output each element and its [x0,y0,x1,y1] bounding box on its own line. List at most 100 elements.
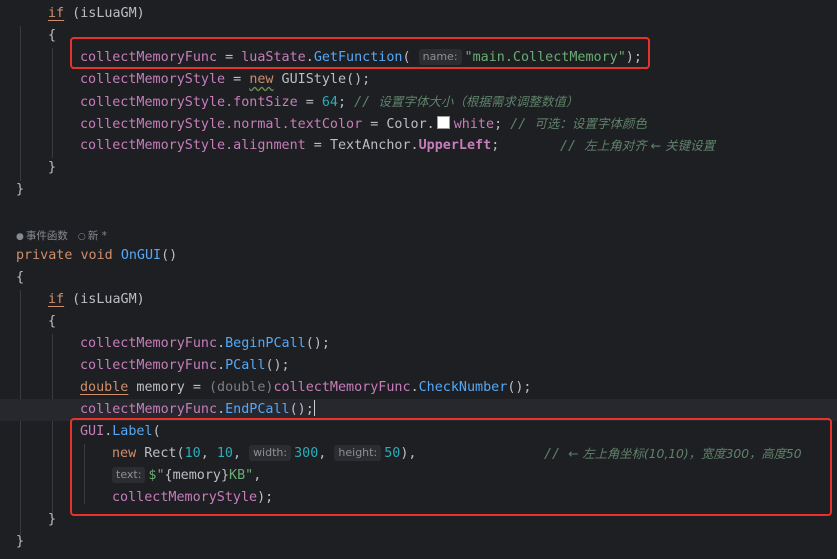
paren-close: ); [625,50,642,65]
param-hint-height: height: [334,445,382,461]
user-icon: ○ [77,232,86,242]
cast-double: (double) [209,380,274,395]
comment-textcolor: 可选：设置字体颜色 [534,116,647,131]
comment-alignment: 左上角对齐 ← 关键设置 [584,138,716,153]
number-height: 50 [384,446,401,461]
code-line-check-number[interactable]: double memory = (double)collectMemoryFun… [80,377,532,399]
var-memory: memory [128,380,193,395]
param-hint-text: text: [112,467,146,483]
paren-close: ); [257,490,274,505]
method-ongui: OnGUI [120,248,162,263]
codelens-new[interactable]: 新 * [88,230,107,242]
code-line-close-brace[interactable]: } [16,179,24,201]
brace: } [48,160,57,175]
var-collect-memory-style: collectMemoryStyle [80,117,226,132]
string-interp-memory: {memory} [164,468,230,483]
paren: ( [402,50,411,65]
operator: = [297,95,322,110]
var-collect-memory-func: collectMemoryFunc [80,402,218,417]
text-cursor [313,400,315,416]
code-line-new-style[interactable]: collectMemoryStyle = new GUIStyle(); [80,69,370,91]
param-hint-name: name: [418,49,462,65]
operator: = [225,72,250,87]
paren: () [161,248,178,263]
codelens-events[interactable]: 事件函数 [26,230,68,242]
code-line-if[interactable]: if (isLuaGM) [48,289,145,311]
brace: { [16,270,25,285]
number-y: 10 [216,446,233,461]
comma: , [232,446,250,461]
keyword-double: double [80,380,129,395]
enum-upperleft: UpperLeft [418,138,492,153]
code-line-close-brace[interactable]: } [16,531,24,553]
color-swatch-icon[interactable] [436,116,450,129]
semicolon: ; [491,138,500,153]
keyword-void: void [72,248,121,263]
code-line-font-size[interactable]: collectMemoryStyle.fontSize = 64; // 设置字… [80,91,578,113]
field-normal: .normal [225,117,282,132]
comment-slash: // [510,117,535,132]
var-collect-memory-func: collectMemoryFunc [80,336,218,351]
var-collect-memory-style: collectMemoryStyle [80,72,226,87]
code-editor[interactable]: if (isLuaGM) { collectMemoryFunc = luaSt… [0,0,837,559]
comma: , [318,446,335,461]
paren: (); [507,380,532,395]
code-line-ongui-decl[interactable]: private void OnGUI() [16,245,177,267]
var-collect-memory-style: collectMemoryStyle [80,138,226,153]
type-gui: GUI [80,424,105,439]
var-collect-memory-style: collectMemoryStyle [80,95,226,110]
code-line-style-arg[interactable]: collectMemoryStyle); [112,487,273,509]
method-beginpcall: BeginPCall [225,336,306,351]
code-line-end-pcall[interactable]: collectMemoryFunc.EndPCall(); [0,399,837,421]
method-getfunction: GetFunction [313,50,403,65]
method-checknumber: CheckNumber [418,380,508,395]
type-textanchor: TextAnchor. [329,138,419,153]
indent-guide [20,26,21,181]
if-condition: (isLuaGM) [64,292,145,307]
keyword-if: if [48,6,65,21]
brace: } [16,182,25,197]
number-x: 10 [184,446,201,461]
var-luastate: luaState [241,50,306,65]
code-line-pcall[interactable]: collectMemoryFunc.PCall(); [80,355,290,377]
code-line-rect-comment: // ← 左上角坐标(10,10)，宽度300，高度50 [544,443,802,465]
var-collect-memory-style: collectMemoryStyle [112,490,258,505]
type-rect: Rect [136,446,177,461]
color-white: white [453,117,495,132]
code-line-open-brace[interactable]: { [16,267,24,289]
comment-slash: // [544,447,569,462]
brace: { [48,314,57,329]
indent-guide [84,444,85,504]
code-line-close-brace[interactable]: } [48,509,56,531]
code-line-open-brace[interactable]: { [48,25,56,47]
method-label: Label [112,424,153,439]
code-line-begin-pcall[interactable]: collectMemoryFunc.BeginPCall(); [80,333,330,355]
param-hint-width: width: [249,445,292,461]
dot: . [305,50,314,65]
keyword-new: new [249,72,274,87]
code-line-alignment[interactable]: collectMemoryStyle.alignment = TextAncho… [80,135,499,157]
brace: } [16,534,25,549]
code-line-get-function[interactable]: collectMemoryFunc = luaState.GetFunction… [80,47,642,69]
code-line-text-arg[interactable]: text: $"{memory}KB", [112,465,261,487]
code-line-text-color[interactable]: collectMemoryStyle.normal.textColor = Co… [80,113,647,135]
paren-close: ), [400,446,417,461]
method-endpcall: EndPCall [225,402,290,417]
code-line-gui-label[interactable]: GUI.Label( [80,421,161,443]
var-collect-memory-func: collectMemoryFunc [80,358,218,373]
keyword-new: new [112,446,137,461]
var-collect-memory-func: collectMemoryFunc [273,380,411,395]
field-textcolor: .textColor [281,117,363,132]
code-line-open-brace[interactable]: { [48,311,56,333]
code-line-new-rect[interactable]: new Rect(10, 10, width: 300, height: 50), [112,443,416,465]
string-kb: KB" [229,468,254,483]
if-condition: (isLuaGM) [64,6,145,21]
string-interp-start: $" [148,468,165,483]
code-line-if[interactable]: if (isLuaGM) [48,3,145,25]
number-width: 300 [294,446,319,461]
codelens[interactable]: ● 事件函数 ○ 新 * [16,227,107,245]
code-line-close-brace[interactable]: } [48,157,56,179]
semicolon: ; [494,117,511,132]
event-icon: ● [16,232,24,242]
keyword-private: private [16,248,73,263]
